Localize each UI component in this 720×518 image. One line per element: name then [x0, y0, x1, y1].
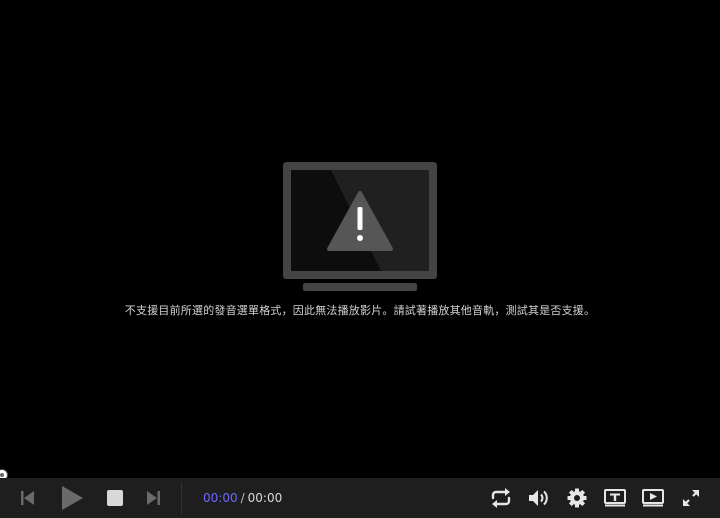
time-display: 00:00 / 00:00: [203, 478, 282, 518]
volume-icon: [529, 490, 548, 506]
skip-next-button[interactable]: [139, 478, 167, 518]
error-message: 不支援目前所選的發音選單格式，因此無法播放影片。請試著播放其他音軌，測試其是否支…: [124, 304, 596, 317]
subtitle-button[interactable]: [601, 478, 629, 518]
volume-button[interactable]: [525, 478, 553, 518]
skip-next-icon: [147, 491, 160, 505]
control-divider: [181, 482, 182, 514]
subtitle-icon: [604, 489, 626, 507]
fullscreen-button[interactable]: [677, 478, 705, 518]
control-bar: 00:00 / 00:00: [0, 478, 720, 518]
repeat-icon: [491, 488, 511, 508]
tv-warning-icon: [283, 162, 438, 294]
video-stage[interactable]: 不支援目前所選的發音選單格式，因此無法播放影片。請試著播放其他音軌，測試其是否支…: [0, 0, 720, 478]
play-button[interactable]: [56, 478, 88, 518]
duration-time: 00:00: [247, 491, 283, 505]
playback-mode-button[interactable]: [639, 478, 667, 518]
video-player: 不支援目前所選的發音選單格式，因此無法播放影片。請試著播放其他音軌，測試其是否支…: [0, 0, 720, 518]
repeat-button[interactable]: [487, 478, 515, 518]
play-icon: [62, 486, 83, 510]
time-separator: /: [240, 491, 245, 505]
current-time: 00:00: [203, 491, 238, 505]
stop-icon: [107, 490, 123, 506]
gear-icon: [567, 488, 587, 508]
fullscreen-icon: [683, 490, 699, 506]
playlist-play-icon: [642, 489, 664, 507]
skip-previous-button[interactable]: [14, 478, 42, 518]
stop-button[interactable]: [101, 478, 129, 518]
settings-button[interactable]: [563, 478, 591, 518]
skip-previous-icon: [21, 491, 34, 505]
